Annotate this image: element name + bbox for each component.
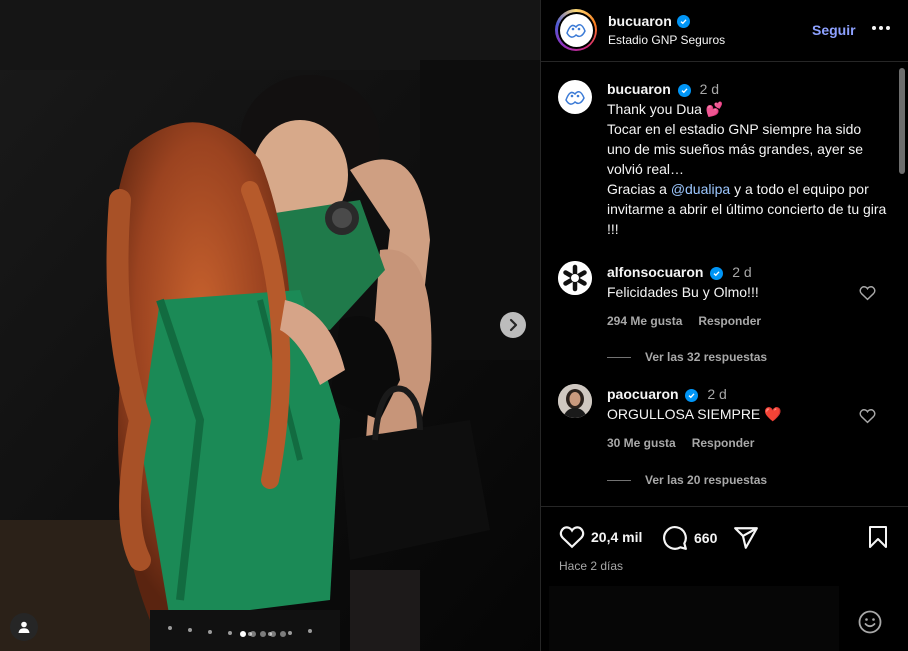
more-icon	[872, 26, 876, 30]
carousel-dot	[260, 631, 266, 637]
carousel-dot	[250, 631, 256, 637]
like-count: 20,4 mil	[591, 529, 643, 545]
caption-avatar[interactable]	[558, 80, 592, 114]
post-date[interactable]: Hace 2 días	[559, 559, 623, 573]
carousel-dot	[280, 631, 286, 637]
like-comment-button[interactable]	[859, 285, 876, 306]
carousel-dot	[270, 631, 276, 637]
bookmark-icon	[869, 526, 887, 548]
commenter-avatar[interactable]	[558, 261, 592, 295]
comment-meta: 294 Me gusta Responder	[607, 314, 761, 328]
verified-icon	[676, 14, 690, 28]
post-photo	[0, 0, 540, 651]
view-replies-button[interactable]: Ver las 20 respuestas	[607, 473, 767, 487]
share-button[interactable]	[733, 525, 759, 551]
comments-scrollbar[interactable]	[898, 68, 906, 504]
post-actions: 20,4 mil 660 Hace 2 días	[541, 506, 908, 586]
chevron-right-icon	[509, 318, 518, 332]
save-button[interactable]	[867, 525, 889, 549]
next-image-button[interactable]	[500, 312, 526, 338]
caption-time: 2 d	[699, 81, 720, 97]
heart-icon	[859, 409, 876, 424]
verified-icon	[685, 389, 699, 402]
caption-line-2: Tocar en el estadio GNP siempre ha sido …	[607, 121, 864, 177]
tagged-users-button[interactable]	[10, 613, 38, 641]
comment-time: 2 d	[707, 386, 727, 402]
like-button[interactable]: 20,4 mil	[559, 525, 642, 549]
caption-username[interactable]: bucuaron	[607, 81, 671, 97]
avatar-image	[559, 13, 593, 47]
more-options-button[interactable]	[869, 18, 893, 38]
verified-icon	[710, 267, 724, 280]
carousel-indicator	[240, 631, 286, 637]
verified-icon	[677, 84, 691, 97]
author-username-text: bucuaron	[608, 13, 672, 29]
comment-likes[interactable]: 294 Me gusta	[607, 314, 682, 328]
comment-content: ORGULLOSA SIEMPRE	[607, 406, 765, 422]
comment-count: 660	[694, 530, 718, 546]
post-side-panel: bucuaron Estadio GNP Seguros Seguir bucu…	[540, 0, 908, 651]
heart-icon	[859, 286, 876, 301]
carousel-dot	[240, 631, 246, 637]
mention-link[interactable]: @dualipa	[671, 181, 730, 197]
scroll-thumb[interactable]	[899, 68, 905, 174]
comment-meta: 30 Me gusta Responder	[607, 436, 754, 450]
comments-list[interactable]: bucuaron 2 d Thank you Dua 💕 Tocar en el…	[541, 63, 897, 506]
user-tag-icon	[18, 621, 30, 633]
comment-text: paocuaron 2 d ORGULLOSA SIEMPRE ❤️	[607, 384, 857, 424]
comment-likes[interactable]: 30 Me gusta	[607, 436, 676, 450]
commenter-avatar[interactable]	[558, 384, 592, 418]
post-header: bucuaron Estadio GNP Seguros Seguir	[541, 0, 908, 62]
author-username[interactable]: bucuaron	[608, 13, 690, 29]
comment-time: 2 d	[732, 264, 752, 280]
caption-text: bucuaron 2 d Thank you Dua 💕 Tocar en el…	[607, 79, 887, 239]
reply-button[interactable]: Responder	[698, 314, 761, 328]
view-replies-label: Ver las 32 respuestas	[645, 350, 768, 364]
comment-input[interactable]	[549, 586, 839, 651]
share-icon	[734, 527, 758, 549]
comment-composer	[541, 586, 908, 651]
comment-button[interactable]: 660	[662, 525, 717, 551]
caption-line-1: Thank you Dua	[607, 101, 706, 117]
like-comment-button[interactable]	[859, 408, 876, 429]
post-media[interactable]	[0, 0, 540, 651]
post-location[interactable]: Estadio GNP Seguros	[608, 33, 725, 47]
view-replies-button[interactable]: Ver las 32 respuestas	[607, 350, 767, 364]
comment-text: alfonsocuaron 2 d Felicidades Bu y Olmo!…	[607, 262, 857, 302]
caption-emoji: 💕	[705, 101, 724, 117]
commenter-username[interactable]: paocuaron	[607, 386, 679, 402]
comment-content: Felicidades Bu y Olmo!!!	[607, 284, 759, 300]
caption-line-3a: Gracias a	[607, 181, 671, 197]
commenter-username[interactable]: alfonsocuaron	[607, 264, 703, 280]
heart-icon	[559, 526, 585, 549]
author-avatar[interactable]	[555, 9, 597, 51]
follow-button[interactable]: Seguir	[812, 22, 856, 38]
emoji-button[interactable]	[858, 610, 882, 639]
view-replies-label: Ver las 20 respuestas	[645, 473, 768, 487]
emoji-icon	[858, 610, 882, 634]
comment-emoji: ❤️	[764, 406, 782, 422]
comment-icon	[663, 526, 687, 550]
reply-button[interactable]: Responder	[692, 436, 755, 450]
